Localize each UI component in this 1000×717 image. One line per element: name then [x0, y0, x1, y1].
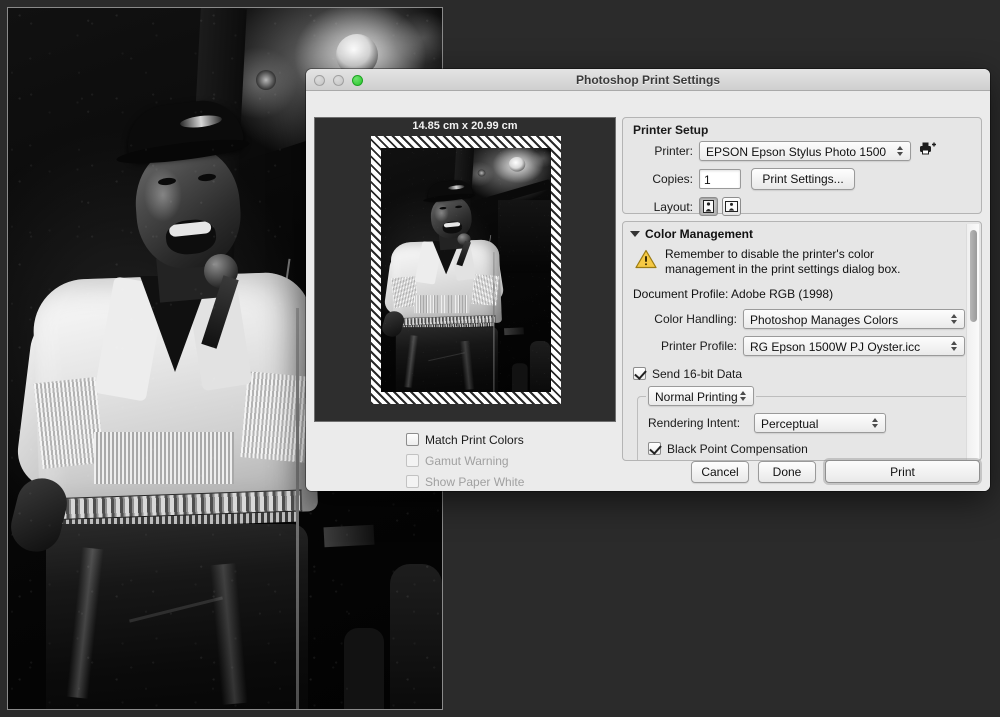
- match-print-colors-label: Match Print Colors: [425, 432, 524, 447]
- chevron-updown-icon: [948, 337, 960, 355]
- layout-label: Layout:: [653, 199, 693, 214]
- done-button[interactable]: Done: [758, 460, 816, 483]
- print-button[interactable]: Print: [825, 460, 980, 483]
- printer-label: Printer:: [654, 143, 693, 158]
- layout-row: Layout:: [623, 197, 981, 216]
- preview-options: Match Print Colors Gamut Warning Show Pa…: [406, 429, 606, 491]
- printer-profile-row: Printer Profile: RG Epson 1500W PJ Oyste…: [623, 336, 981, 356]
- print-mode-holder: Normal Printing: [646, 386, 756, 406]
- warning-triangle-icon: [635, 249, 657, 269]
- scrollbar-thumb[interactable]: [970, 230, 977, 322]
- checkbox-row-send-16bit[interactable]: Send 16-bit Data: [623, 363, 981, 384]
- color-management-group: Color Management Remember to disable the…: [622, 221, 982, 461]
- checkbox-row-match-print-colors[interactable]: Match Print Colors: [406, 429, 606, 450]
- warning-line-2: management in the print settings dialog …: [665, 262, 901, 276]
- checkbox-row-show-paper-white: Show Paper White: [406, 471, 606, 491]
- rendering-intent-row: Rendering Intent: Perceptual: [648, 413, 960, 433]
- rendering-intent-label: Rendering Intent:: [648, 416, 741, 430]
- printer-profile-label: Printer Profile:: [660, 339, 737, 353]
- warning-line-1: Remember to disable the printer's color: [665, 247, 875, 261]
- print-mode-value: Normal Printing: [655, 390, 738, 404]
- print-mode-subgroup: Normal Printing Rendering Intent: Percep…: [637, 386, 971, 460]
- printer-profile-value: RG Epson 1500W PJ Oyster.icc: [750, 340, 921, 354]
- show-paper-white-label: Show Paper White: [425, 474, 525, 489]
- close-button[interactable]: [314, 75, 325, 86]
- color-handling-label: Color Handling:: [654, 312, 737, 326]
- printer-row: Printer: EPSON Epson Stylus Photo 1500: [623, 140, 981, 161]
- orientation-landscape-icon[interactable]: [722, 197, 741, 216]
- printer-profile-select[interactable]: RG Epson 1500W PJ Oyster.icc: [743, 336, 965, 356]
- gamut-warning-checkbox: [406, 454, 419, 467]
- preview-dimensions-label: 14.85 cm x 20.99 cm: [412, 120, 518, 132]
- copies-label: Copies:: [652, 172, 693, 186]
- minimize-button[interactable]: [333, 75, 344, 86]
- zoom-button[interactable]: [352, 75, 363, 86]
- dialog-titlebar[interactable]: Photoshop Print Settings: [306, 69, 990, 91]
- color-management-header[interactable]: Color Management: [623, 222, 981, 245]
- document-profile-text: Document Profile: Adobe RGB (1998): [633, 287, 834, 301]
- chevron-updown-icon: [869, 414, 881, 432]
- print-settings-dialog: Photoshop Print Settings 14.85 cm x 20.9…: [306, 69, 990, 491]
- print-preview-panel[interactable]: 14.85 cm x 20.99 cm: [314, 117, 616, 422]
- checkbox-row-gamut-warning: Gamut Warning: [406, 450, 606, 471]
- rendering-intent-select[interactable]: Perceptual: [754, 413, 886, 433]
- black-point-compensation-label: Black Point Compensation: [667, 441, 808, 456]
- color-management-scrollbar[interactable]: [966, 224, 979, 460]
- printer-setup-title: Printer Setup: [633, 123, 709, 137]
- color-management-title: Color Management: [645, 227, 754, 241]
- orientation-portrait-icon[interactable]: [699, 197, 718, 216]
- dialog-footer: Cancel Done Print: [691, 460, 980, 483]
- copies-row: Copies: 1 Print Settings...: [623, 168, 981, 190]
- warning-message: Remember to disable the printer's color …: [665, 247, 900, 277]
- send-16bit-checkbox[interactable]: [633, 367, 646, 380]
- rendering-intent-value: Perceptual: [761, 417, 819, 431]
- disclosure-triangle-icon[interactable]: [630, 231, 640, 237]
- print-settings-button[interactable]: Print Settings...: [751, 168, 855, 190]
- screen: Photoshop Print Settings 14.85 cm x 20.9…: [0, 0, 1000, 717]
- printer-select[interactable]: EPSON Epson Stylus Photo 1500: [699, 140, 911, 161]
- gamut-warning-label: Gamut Warning: [425, 453, 509, 468]
- checkbox-row-black-point[interactable]: Black Point Compensation: [648, 438, 960, 459]
- window-title: Photoshop Print Settings: [576, 72, 720, 87]
- black-point-compensation-checkbox[interactable]: [648, 442, 661, 455]
- color-handling-row: Color Handling: Photoshop Manages Colors: [623, 309, 981, 329]
- color-handling-select[interactable]: Photoshop Manages Colors: [743, 309, 965, 329]
- color-management-warning: Remember to disable the printer's color …: [623, 245, 981, 281]
- send-16bit-label: Send 16-bit Data: [652, 366, 743, 381]
- printer-setup-group: Printer Setup Printer: EPSON Epson Stylu…: [622, 117, 982, 216]
- right-column: Printer Setup Printer: EPSON Epson Stylu…: [622, 117, 982, 220]
- preview-paper[interactable]: [371, 136, 561, 404]
- printer-add-icon[interactable]: [919, 140, 937, 161]
- window-controls: [314, 75, 363, 86]
- show-paper-white-checkbox: [406, 475, 419, 488]
- chevron-updown-icon: [737, 387, 749, 405]
- copies-input[interactable]: 1: [699, 169, 741, 189]
- match-print-colors-checkbox[interactable]: [406, 433, 419, 446]
- preview-image: [381, 148, 551, 392]
- printer-select-value: EPSON Epson Stylus Photo 1500: [706, 144, 887, 159]
- color-handling-value: Photoshop Manages Colors: [750, 313, 899, 327]
- print-mode-select[interactable]: Normal Printing: [648, 386, 754, 406]
- chevron-updown-icon: [894, 142, 906, 160]
- cancel-button[interactable]: Cancel: [691, 460, 749, 483]
- chevron-updown-icon: [948, 310, 960, 328]
